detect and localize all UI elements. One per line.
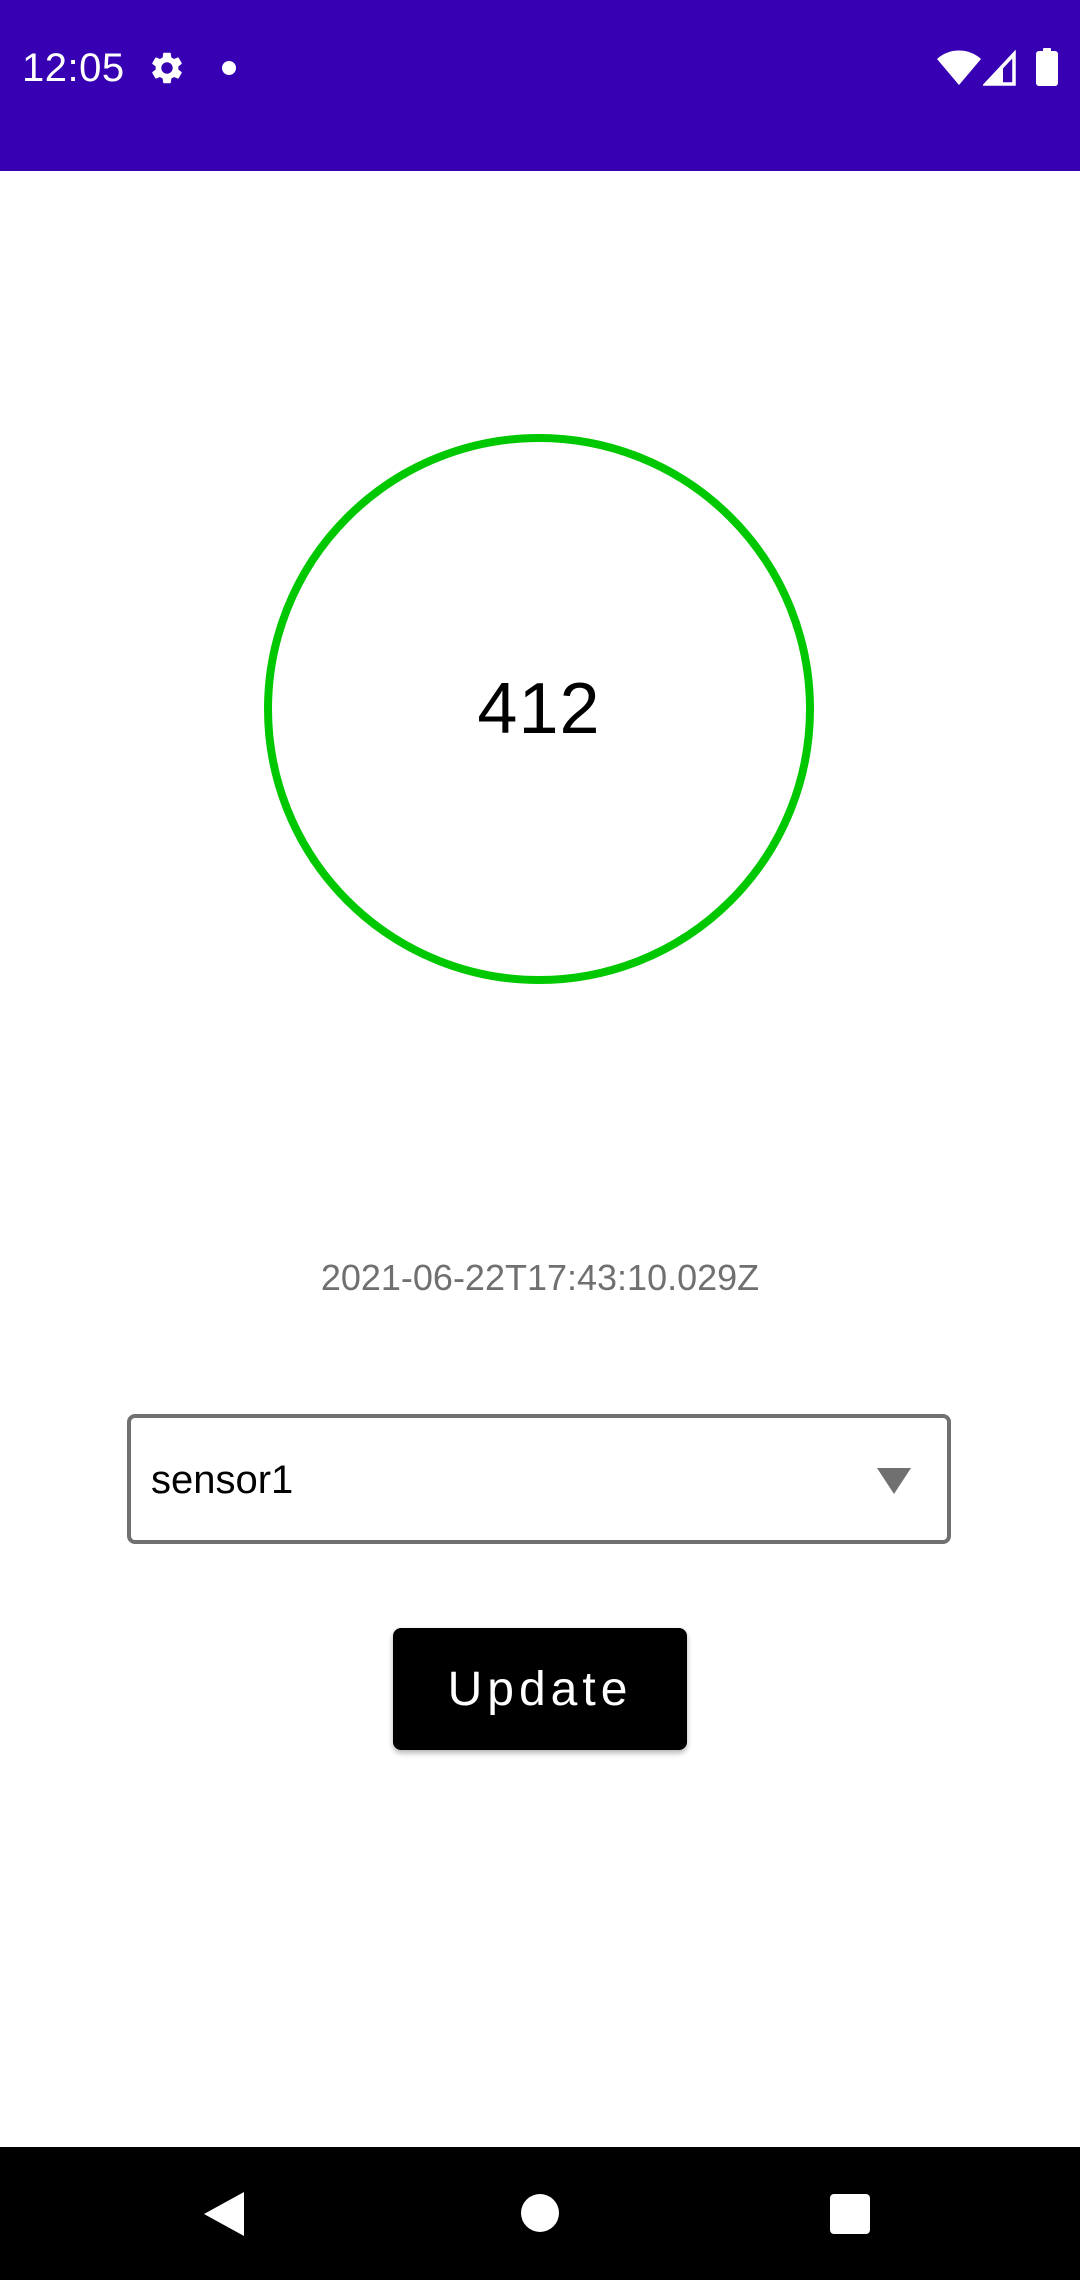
dropdown-arrow-icon: [877, 1468, 911, 1494]
gauge-value: 412: [477, 669, 601, 749]
status-time: 12:05: [22, 46, 125, 90]
status-bar: 12:05: [0, 0, 1080, 171]
signal-icon: [983, 50, 1016, 86]
sensor-select[interactable]: sensor1: [127, 1414, 951, 1544]
back-icon[interactable]: [204, 2191, 246, 2237]
home-icon[interactable]: [521, 2194, 559, 2232]
battery-icon: [1036, 48, 1058, 86]
recents-icon[interactable]: [830, 2194, 870, 2234]
navigation-bar: [0, 2147, 1080, 2280]
update-button[interactable]: Update: [393, 1628, 687, 1750]
sensor-select-value: sensor1: [151, 1458, 294, 1502]
wifi-icon: [937, 50, 981, 85]
gear-icon: [152, 52, 182, 84]
notification-dot-icon: [222, 61, 236, 75]
reading-timestamp: 2021-06-22T17:43:10.029Z: [320, 1257, 760, 1298]
value-gauge: 412: [264, 434, 814, 984]
